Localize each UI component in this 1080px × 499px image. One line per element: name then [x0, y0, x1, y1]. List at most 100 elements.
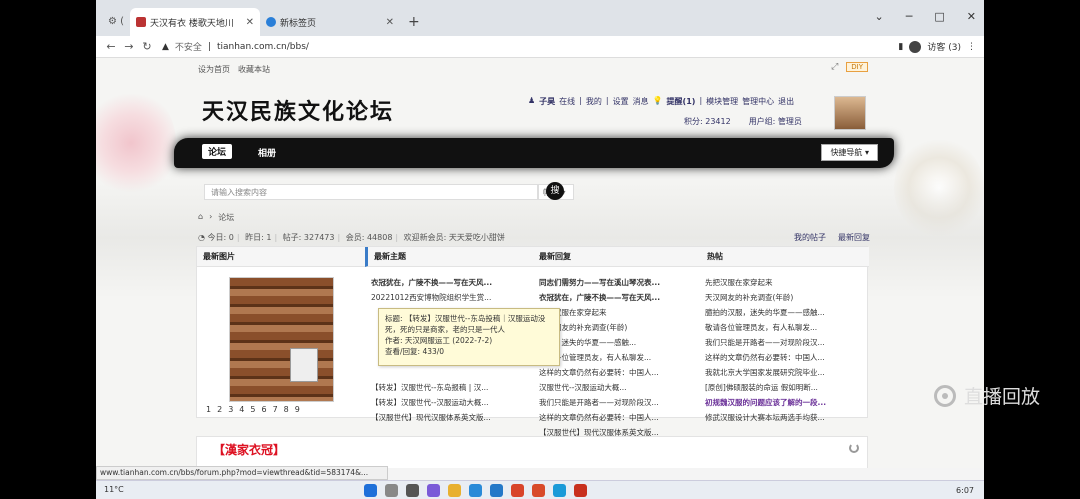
latest-replies-link[interactable]: 最新回复 [838, 232, 870, 243]
page-4[interactable]: 4 [238, 405, 245, 414]
list-item[interactable]: 先把汉服在家穿起来 [705, 275, 867, 290]
my-posts-link[interactable]: 我的帖子 [794, 232, 826, 243]
list-item[interactable]: 臆拍的汉服，迷失的华夏——感触... [705, 305, 867, 320]
replay-overlay[interactable]: 直播回放 [934, 382, 1040, 409]
store-icon[interactable] [490, 484, 503, 497]
forward-icon[interactable]: → [120, 40, 138, 53]
list-item[interactable]: 初规魏汉服的问题应该了解的一段... [705, 395, 867, 410]
close-window-button[interactable]: ✕ [967, 10, 976, 23]
home-icon[interactable]: ⌂ [198, 212, 203, 223]
search-input[interactable]: 请输入搜索内容 [204, 184, 538, 200]
avatar[interactable] [834, 96, 866, 130]
set-homepage-link[interactable]: 设为首页 [198, 64, 230, 75]
tab-new[interactable]: 新标签页 ✕ [260, 8, 400, 36]
list-item[interactable]: 衣冠犹在，广陵不换——写在天风... [371, 275, 533, 290]
list-item[interactable]: 敬请各位管理员友，有人私聊发... [705, 320, 867, 335]
chat-icon[interactable] [427, 484, 440, 497]
chevron-down-icon[interactable]: ⌄ [875, 10, 884, 23]
page-8[interactable]: 8 [283, 405, 290, 414]
weather-widget[interactable]: 11°C [104, 485, 124, 494]
points-link[interactable]: 积分: 23412 [684, 116, 731, 127]
list-item[interactable]: 汉服世代--汉服运动大概... [539, 380, 701, 395]
module-admin-link[interactable]: 模块管理 [706, 96, 738, 107]
logout-link[interactable]: 退出 [778, 96, 794, 107]
quick-nav-button[interactable]: 快捷导航 ▾ [821, 144, 878, 161]
page-3[interactable]: 3 [227, 405, 234, 414]
online-link[interactable]: 在线 [559, 96, 575, 107]
page-1[interactable]: 1 [205, 405, 212, 414]
taskview-icon[interactable] [406, 484, 419, 497]
list-item[interactable]: 这样的文章仍然有必要转：中国人... [539, 365, 701, 380]
settings-link[interactable]: 设置 [613, 96, 629, 107]
diy-button[interactable]: DIY [846, 62, 868, 72]
sidepanel-icon[interactable]: ▮ [898, 42, 903, 52]
breadcrumb-forum[interactable]: 论坛 [218, 212, 234, 223]
stat-welcome[interactable]: 欢迎新会员: 天天爱吃小甜饼 [404, 233, 505, 242]
list-item[interactable]: [原创]佛硕服装的命运 假如明断... [705, 380, 867, 395]
notify-link[interactable]: 提醒(1) [667, 96, 696, 107]
minimize-button[interactable]: ─ [906, 10, 913, 23]
site-logo[interactable]: 天汉民族文化论坛 [202, 94, 394, 126]
list-item[interactable]: 【汉服世代】现代汉服体系英文版... [371, 410, 533, 425]
list-item[interactable]: 衣冠犹在，广陵不换——写在天风... [539, 290, 701, 305]
expand-icon[interactable]: ⤢ [831, 62, 838, 72]
list-item[interactable]: 20221012西安博物院组织学生赏... [371, 290, 533, 305]
col-new-replies[interactable]: 最新回复 [533, 247, 701, 267]
url-field[interactable]: ▲ 不安全 | tianhan.com.cn/bbs/ [162, 40, 309, 54]
list-item[interactable]: 这样的文章仍然有必要转：中国人... [539, 410, 701, 425]
list-item[interactable] [371, 365, 533, 380]
tab-ghost-icon[interactable]: ⚙ ( [102, 8, 130, 36]
page-2[interactable]: 2 [216, 405, 223, 414]
reload-icon[interactable]: ↻ [138, 40, 156, 53]
usergroup-link[interactable]: 用户组: 管理员 [749, 116, 802, 127]
maximize-button[interactable]: □ [934, 10, 944, 23]
section-title[interactable]: 【漢家衣冠】 [213, 441, 285, 458]
list-item[interactable]: 敬请各位管理员友，有人私聊发... [539, 350, 701, 365]
list-item[interactable]: 【转发】汉服世代--汉服运动大概... [371, 395, 533, 410]
username-link[interactable]: 子昊 [539, 96, 555, 107]
list-item[interactable]: 汉服，迷失的华夏——感触... [539, 335, 701, 350]
messages-link[interactable]: 消息 [633, 96, 649, 107]
back-icon[interactable]: ← [102, 40, 120, 53]
close-icon[interactable]: ✕ [246, 17, 254, 28]
tab-tianhan[interactable]: 天汉有衣 楼歌天地川 ✕ [130, 8, 261, 36]
profile-label[interactable]: 访客 (3) [927, 40, 961, 53]
profile-icon[interactable] [909, 40, 922, 53]
edge-icon[interactable] [469, 484, 482, 497]
list-item[interactable]: 天汉网友的补充调查(年龄) [705, 290, 867, 305]
my-link[interactable]: 我的 [586, 96, 602, 107]
search-icon[interactable] [385, 484, 398, 497]
list-item[interactable]: 修武汉服设计大赛本坛两选手均获... [705, 410, 867, 425]
chrome-icon[interactable] [511, 484, 524, 497]
admin-center-link[interactable]: 管理中心 [742, 96, 774, 107]
nav-album[interactable]: 相册 [258, 146, 276, 159]
list-item[interactable]: 我们只能是开路者——对现阶段汉... [539, 395, 701, 410]
list-item[interactable]: 我们只能是开路者——对现阶段汉... [705, 335, 867, 350]
new-tab-button[interactable]: + [400, 8, 428, 36]
close-icon[interactable]: ✕ [386, 17, 394, 28]
page-6[interactable]: 6 [260, 405, 267, 414]
list-item[interactable]: 这样的文章仍然有必要转：中国人... [705, 350, 867, 365]
list-item[interactable]: 天汉网友的补充调查(年龄) [539, 320, 701, 335]
col-new-topics[interactable]: 最新主题 [365, 247, 533, 267]
menu-icon[interactable]: ⋮ [967, 42, 976, 52]
photos-icon[interactable] [553, 484, 566, 497]
latest-image[interactable] [229, 277, 334, 402]
bookmark-link[interactable]: 收藏本站 [238, 64, 270, 75]
search-button[interactable]: 搜 [546, 182, 564, 200]
page-5[interactable]: 5 [249, 405, 256, 414]
list-item[interactable]: 先把汉服在家穿起来 [539, 305, 701, 320]
ppt-icon[interactable] [574, 484, 587, 497]
page-7[interactable]: 7 [272, 405, 279, 414]
list-item[interactable]: 我就北京大学国家发展研究院毕业... [705, 365, 867, 380]
insecure-label: 不安全 [174, 43, 202, 53]
col-hot[interactable]: 热帖 [701, 247, 869, 267]
nav-forum[interactable]: 论坛 [202, 144, 233, 159]
start-icon[interactable] [364, 484, 377, 497]
list-item[interactable]: 【转发】汉服世代--东岛报稿 | 汉... [371, 380, 533, 395]
clock[interactable]: 6:07 [956, 486, 974, 495]
chrome-2-icon[interactable] [532, 484, 545, 497]
list-item[interactable]: 同志们需努力——写在溪山琴况表... [539, 275, 701, 290]
folder-icon[interactable] [448, 484, 461, 497]
page-9[interactable]: 9 [294, 405, 301, 414]
